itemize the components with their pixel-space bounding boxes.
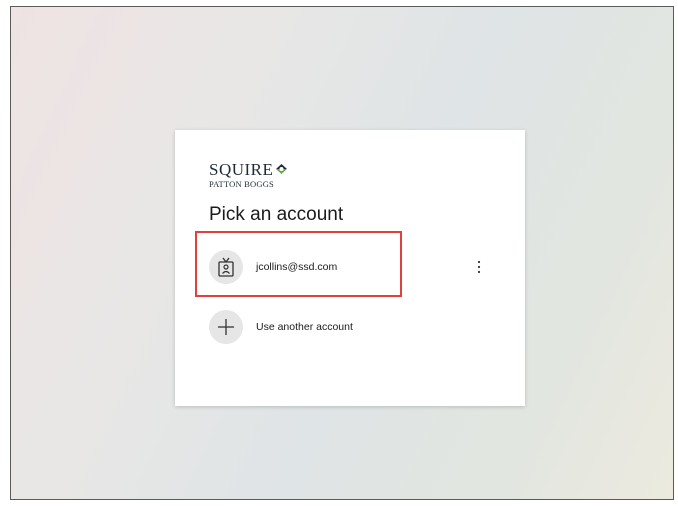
account-tile[interactable]: jcollins@ssd.com (209, 249, 489, 285)
account-picker-card: SQUIRE PATTON BOGGS Pick an account jcol… (175, 130, 525, 406)
logo-text-patton-boggs: PATTON BOGGS (209, 179, 274, 189)
company-logo: SQUIRE PATTON BOGGS (209, 160, 288, 189)
use-another-account-button[interactable]: Use another account (209, 309, 489, 345)
page-title: Pick an account (209, 204, 344, 225)
use-another-account-label: Use another account (256, 321, 353, 333)
badge-person-icon (209, 250, 243, 284)
sign-in-background: SQUIRE PATTON BOGGS Pick an account jcol… (10, 6, 674, 500)
more-vertical-icon[interactable] (469, 249, 489, 285)
logo-mark-icon (275, 160, 288, 180)
logo-text-squire: SQUIRE (209, 160, 274, 179)
account-email: jcollins@ssd.com (256, 261, 338, 273)
plus-icon (209, 310, 243, 344)
